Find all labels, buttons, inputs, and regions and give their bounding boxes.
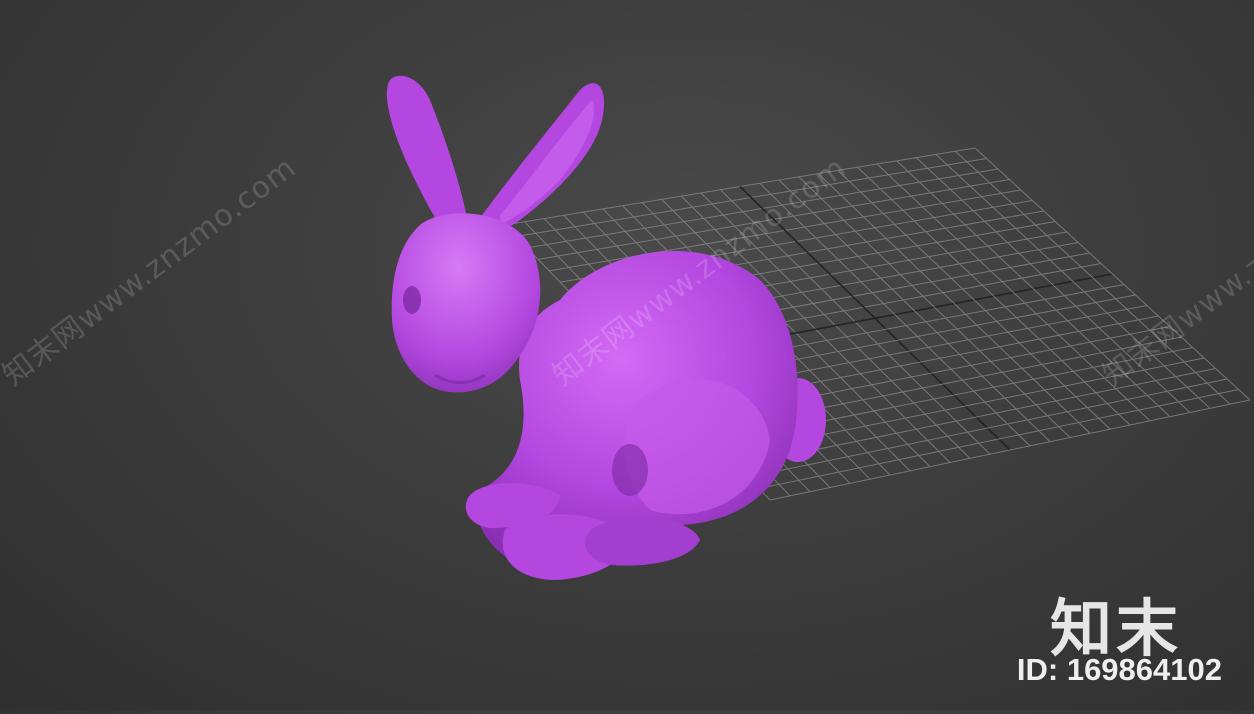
- bunny-haunch-shadow: [612, 444, 648, 496]
- viewport-3d[interactable]: 知末网www.znzmo.com 知末网www.znzmo.com 知末网www…: [0, 0, 1254, 710]
- grid-line: [955, 150, 1231, 405]
- image-id-label: ID: 169864102: [1016, 652, 1222, 687]
- grid-line: [915, 157, 1191, 413]
- bunny-ear-right: [475, 83, 605, 240]
- grid-line: [769, 399, 1251, 501]
- bunny-eye: [403, 286, 421, 314]
- grid-line: [935, 154, 1211, 409]
